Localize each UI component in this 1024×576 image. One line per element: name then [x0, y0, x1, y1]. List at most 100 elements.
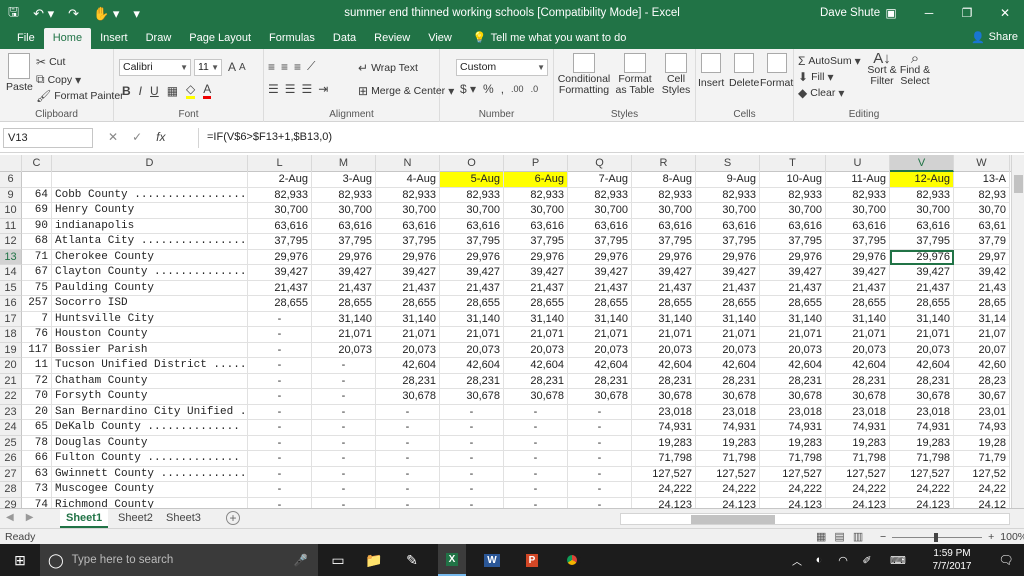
value-cell[interactable]: -	[376, 404, 440, 420]
microphone-icon[interactable]: 🎤	[294, 553, 308, 567]
value-cell[interactable]: 29,976	[568, 249, 632, 265]
value-cell[interactable]: 28,231	[890, 373, 954, 389]
value-cell[interactable]: 39,427	[826, 265, 890, 281]
autosum-button[interactable]: Σ AutoSum ▾	[798, 54, 861, 68]
font-size-buttons[interactable]: AA	[228, 60, 246, 74]
row-header[interactable]: 21	[0, 373, 22, 389]
value-cell[interactable]: -	[504, 420, 568, 436]
touch-mode-icon[interactable]: ✋ ▾	[93, 6, 119, 22]
value-cell[interactable]: 30,678	[504, 389, 568, 405]
value-cell[interactable]: 31,140	[826, 311, 890, 327]
font-color-icon[interactable]: A	[203, 82, 212, 99]
row-header[interactable]: 26	[0, 451, 22, 467]
value-cell[interactable]: 74,931	[826, 420, 890, 436]
value-cell[interactable]: -	[504, 497, 568, 508]
value-cell[interactable]: 28,231	[632, 373, 696, 389]
tab-home[interactable]: Home	[43, 28, 92, 49]
district-name-cell[interactable]: Forsyth County	[52, 389, 248, 405]
zoom-slider[interactable]	[892, 532, 983, 542]
value-cell[interactable]: 37,795	[826, 234, 890, 250]
font-size-box[interactable]: 11 ▼	[194, 59, 222, 76]
row-header[interactable]: 9	[0, 187, 22, 203]
value-cell[interactable]: -	[440, 482, 504, 498]
select-all-corner[interactable]	[0, 155, 22, 172]
value-cell[interactable]: 30,678	[760, 389, 826, 405]
value-cell[interactable]: 29,976	[504, 249, 568, 265]
district-name-cell[interactable]: Richmond County	[52, 497, 248, 508]
vertical-scrollbar[interactable]	[1011, 155, 1024, 508]
value-cell[interactable]: 23,018	[696, 404, 760, 420]
value-cell[interactable]: 28,655	[826, 296, 890, 312]
row-header[interactable]: 28	[0, 482, 22, 498]
format-cells-button[interactable]: Format	[760, 53, 793, 89]
value-cell[interactable]: 28,655	[376, 296, 440, 312]
value-cell[interactable]: 82,933	[312, 187, 376, 203]
value-cell[interactable]: 23,018	[826, 404, 890, 420]
value-cell[interactable]: 30,700	[696, 203, 760, 219]
sheet-tab-sheet1[interactable]: Sheet1	[60, 509, 109, 528]
formula-input[interactable]: =IF(V$6>$F13+1,$B13,0)	[198, 128, 1012, 148]
district-name-cell[interactable]: Tucson Unified District ......	[52, 358, 248, 374]
value-cell[interactable]: 63,61	[954, 218, 1010, 234]
date-header-cell[interactable]: 13-A	[954, 172, 1010, 188]
date-header-cell[interactable]: 8-Aug	[632, 172, 696, 188]
value-cell[interactable]: 29,976	[760, 249, 826, 265]
district-name-cell[interactable]: Bossier Parish	[52, 342, 248, 358]
value-cell[interactable]: -	[568, 497, 632, 508]
column-header-m[interactable]: M	[312, 155, 376, 172]
value-cell[interactable]: 21,43	[954, 280, 1010, 296]
value-cell[interactable]: -	[568, 466, 632, 482]
value-cell[interactable]: -	[248, 466, 312, 482]
value-cell[interactable]: 21,071	[440, 327, 504, 343]
value-cell[interactable]: 63,616	[568, 218, 632, 234]
date-header-cell[interactable]: 4-Aug	[376, 172, 440, 188]
insert-function-icon[interactable]: fx	[156, 130, 165, 144]
value-cell[interactable]: 20,073	[890, 342, 954, 358]
scroll-thumb[interactable]	[1014, 175, 1023, 193]
value-cell[interactable]: 21,437	[376, 280, 440, 296]
column-header-t[interactable]: T	[760, 155, 826, 172]
zoom-thumb[interactable]	[934, 532, 939, 542]
value-cell[interactable]: 28,23	[954, 373, 1010, 389]
value-cell[interactable]: 30,700	[504, 203, 568, 219]
value-cell[interactable]: 21,437	[440, 280, 504, 296]
value-cell[interactable]: 21,437	[568, 280, 632, 296]
value-cell[interactable]: 42,604	[760, 358, 826, 374]
value-cell[interactable]: -	[312, 373, 376, 389]
value-cell[interactable]: 28,655	[504, 296, 568, 312]
pen-icon[interactable]: ✐	[858, 544, 876, 576]
value-cell[interactable]: 42,60	[954, 358, 1010, 374]
active-cell[interactable]: 29,976	[890, 249, 954, 265]
borders-icon[interactable]: ▦	[167, 84, 178, 98]
value-cell[interactable]: 30,700	[376, 203, 440, 219]
previous-sheet-icon[interactable]: ◀	[6, 512, 14, 523]
normal-view-icon[interactable]: ▦	[816, 530, 826, 543]
row-header[interactable]: 19	[0, 342, 22, 358]
rank-cell[interactable]: 65	[22, 420, 52, 436]
district-name-cell[interactable]: Muscogee County	[52, 482, 248, 498]
value-cell[interactable]: -	[504, 482, 568, 498]
date-header-cell[interactable]	[22, 172, 52, 188]
value-cell[interactable]: 20,073	[440, 342, 504, 358]
value-cell[interactable]: 39,427	[632, 265, 696, 281]
value-cell[interactable]: 20,073	[826, 342, 890, 358]
district-name-cell[interactable]: Atlanta City ..................	[52, 234, 248, 250]
value-cell[interactable]: 63,616	[632, 218, 696, 234]
value-cell[interactable]: 82,933	[504, 187, 568, 203]
value-cell[interactable]: -	[440, 404, 504, 420]
percent-icon[interactable]: %	[483, 82, 494, 96]
rank-cell[interactable]: 69	[22, 203, 52, 219]
value-cell[interactable]: 63,616	[696, 218, 760, 234]
network-icon[interactable]: ◐	[810, 544, 828, 576]
value-cell[interactable]: 30,700	[312, 203, 376, 219]
value-cell[interactable]: -	[504, 466, 568, 482]
add-sheet-icon[interactable]: +	[226, 511, 240, 525]
value-cell[interactable]: 127,527	[760, 466, 826, 482]
value-cell[interactable]: 127,527	[826, 466, 890, 482]
value-cell[interactable]: 82,933	[376, 187, 440, 203]
tab-formulas[interactable]: Formulas	[260, 28, 324, 49]
value-cell[interactable]: 21,071	[826, 327, 890, 343]
value-cell[interactable]: 30,678	[890, 389, 954, 405]
rank-cell[interactable]: 257	[22, 296, 52, 312]
value-cell[interactable]: -	[312, 451, 376, 467]
